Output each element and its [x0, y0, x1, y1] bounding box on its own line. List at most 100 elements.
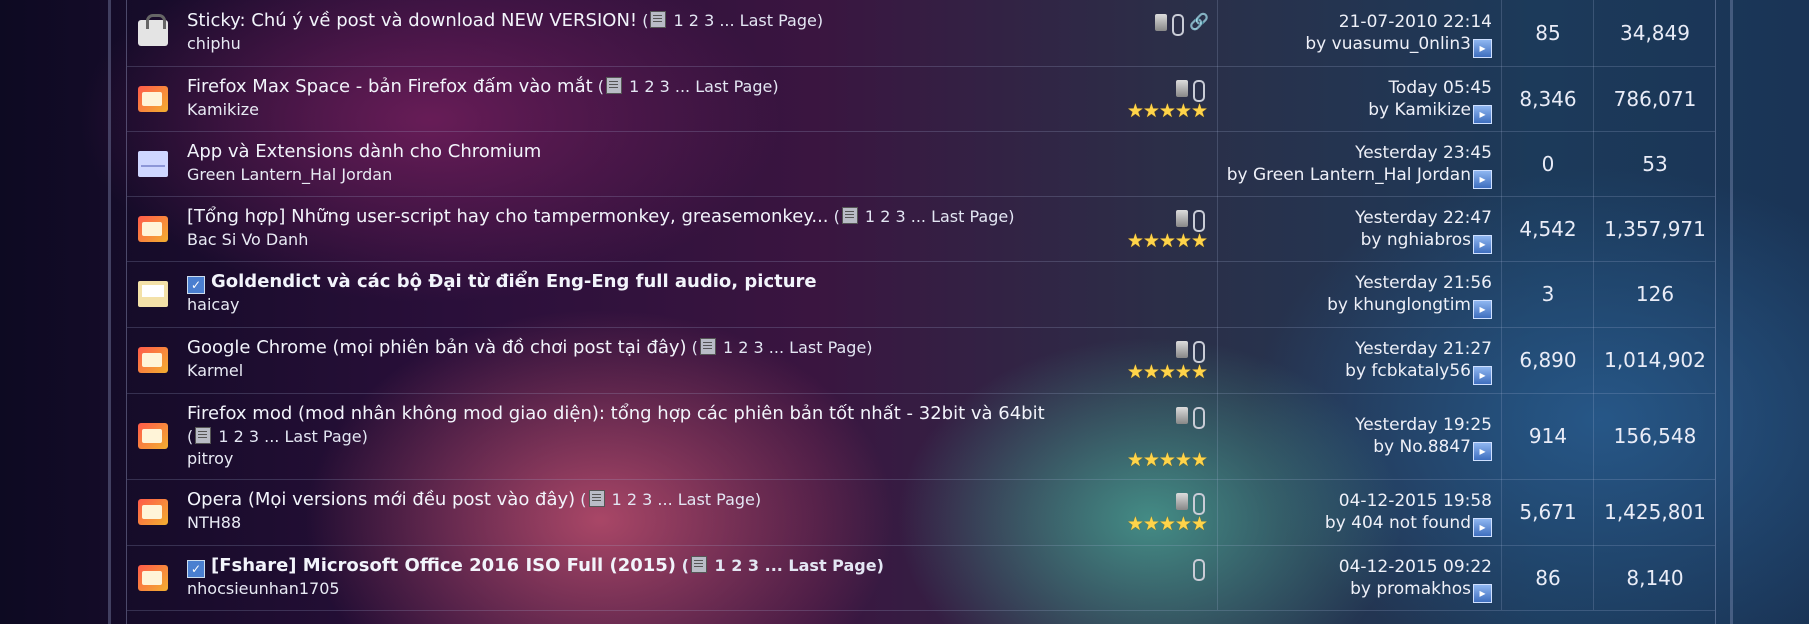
replies-count: 914	[1501, 393, 1594, 479]
thread-icon-group	[1193, 559, 1205, 581]
thread-title-cell: Google Chrome (mọi phiên bản và đồ chơi …	[179, 327, 967, 393]
last-post-user[interactable]: by Kamikize	[1368, 100, 1471, 120]
thread-pages-links[interactable]: 1 2 3 ... Last Page	[718, 338, 866, 357]
last-post-user[interactable]: by nghiabros	[1361, 230, 1471, 250]
replies-count: 0	[1501, 131, 1594, 196]
replies-count: 3	[1501, 261, 1594, 327]
go-to-last-post-icon[interactable]: ▸	[1473, 300, 1492, 319]
thread-pages-links[interactable]: 1 2 3 ... Last Page	[607, 490, 755, 509]
thread-row[interactable]: ✓ [Fshare] Microsoft Office 2016 ISO Full…	[127, 545, 1715, 611]
thread-title-link[interactable]: App và Extensions dành cho Chromium	[187, 141, 541, 162]
thread-title-link[interactable]: Firefox Max Space - bản Firefox đấm vào …	[187, 76, 593, 97]
views-count: 1,425,801	[1593, 479, 1716, 545]
go-to-last-post-icon[interactable]: ▸	[1473, 366, 1492, 385]
thread-row[interactable]: Firefox Max Space - bản Firefox đấm vào …	[127, 66, 1715, 132]
last-post-user[interactable]: by fcbkataly56	[1345, 361, 1471, 381]
thread-title-link[interactable]: Firefox mod (mod nhân không mod giao diệ…	[187, 403, 1045, 424]
thread-status-hot-icon	[138, 564, 168, 591]
last-post-user[interactable]: by promakhos	[1350, 579, 1471, 599]
thread-title-link[interactable]: Chú ý về post và download NEW VERSION!	[251, 10, 637, 31]
go-to-last-post-icon[interactable]: ▸	[1473, 584, 1492, 603]
thread-icons-cell: ★★★★★	[967, 393, 1217, 479]
thread-row[interactable]: Opera (Mọi versions mới đều post vào đây…	[127, 479, 1715, 546]
thread-row[interactable]: App và Extensions dành cho Chromium Green…	[127, 131, 1715, 197]
trash-icon	[1176, 210, 1188, 227]
thread-author[interactable]: Kamikize	[187, 100, 259, 119]
last-post-user[interactable]: by No.8847	[1373, 437, 1471, 457]
thread-title-link[interactable]: Goldendict và các bộ Đại từ điển Eng-Eng…	[211, 271, 817, 292]
trash-icon	[1176, 407, 1188, 424]
last-post-user[interactable]: by vuasumu_0nlin3	[1305, 34, 1471, 54]
thread-pages: ( 1 2 3 ... Last Page)	[187, 427, 368, 446]
thread-list: Sticky: Chú ý về post và download NEW VE…	[126, 0, 1716, 624]
thread-row[interactable]: Google Chrome (mọi phiên bản và đồ chơi …	[127, 327, 1715, 394]
go-to-last-post-icon[interactable]: ▸	[1473, 105, 1492, 124]
last-post-date: 21-07-2010 22:14	[1338, 12, 1492, 32]
rating-stars: ★★★★★	[1126, 230, 1208, 252]
thread-row[interactable]: ✓ Goldendict và các bộ Đại từ điển Eng-En…	[127, 261, 1715, 328]
replies-count: 85	[1501, 0, 1594, 66]
go-to-last-post-icon[interactable]: ▸	[1473, 518, 1492, 537]
thread-status-hot-icon	[138, 347, 168, 373]
views-count: 156,548	[1593, 393, 1716, 479]
status-icon-cell	[127, 327, 179, 393]
thread-author[interactable]: pitroy	[187, 449, 233, 468]
thread-pages-line: ( 1 2 3 ... Last Page)	[187, 426, 368, 447]
attachment-icon	[1193, 80, 1205, 102]
last-post-user[interactable]: by Green Lantern_Hal Jordan	[1227, 165, 1471, 185]
last-post-user[interactable]: by khunglongtim	[1327, 295, 1471, 315]
thread-icons-cell	[967, 545, 1217, 610]
multipage-icon	[841, 207, 858, 224]
thread-author[interactable]: Bac Si Vo Danh	[187, 230, 308, 249]
thread-pages-links[interactable]: 1 2 3 ... Last Page	[709, 556, 877, 575]
thread-row[interactable]: [Tổng hợp] Những user-script hay cho tam…	[127, 196, 1715, 262]
thread-icon-group	[1176, 407, 1205, 429]
last-post-date: 04-12-2015 19:58	[1338, 491, 1492, 511]
thread-title-link[interactable]: Opera (Mọi versions mới đều post vào đây…	[187, 489, 575, 510]
thread-author[interactable]: NTH88	[187, 513, 241, 532]
last-post-user[interactable]: by 404 not found	[1325, 513, 1471, 533]
thread-row[interactable]: Sticky: Chú ý về post và download NEW VE…	[127, 0, 1715, 67]
thread-title-cell: ( 1 2 3 ... Last Page) Firefox mod (mod n…	[179, 393, 1045, 479]
last-post-by: by promakhos ▸	[1350, 579, 1492, 603]
replies-count: 8,346	[1501, 66, 1594, 131]
thread-pages: ( 1 2 3 ... Last Page)	[637, 11, 824, 30]
thread-title-link[interactable]: Google Chrome (mọi phiên bản và đồ chơi …	[187, 337, 687, 358]
thread-icon-group	[1176, 493, 1205, 515]
views-count: 1,357,971	[1593, 196, 1716, 261]
thread-title-line: Sticky: Chú ý về post và download NEW VE…	[187, 10, 823, 31]
go-to-last-post-icon[interactable]: ▸	[1473, 442, 1492, 461]
go-to-last-post-icon[interactable]: ▸	[1473, 235, 1492, 254]
attachment-icon	[1193, 341, 1205, 363]
thread-author[interactable]: chiphu	[187, 34, 241, 53]
thread-status-hot-icon	[138, 85, 168, 112]
thread-author[interactable]: Green Lantern_Hal Jordan	[187, 165, 392, 184]
thread-title-cell: Firefox Max Space - bản Firefox đấm vào …	[179, 66, 967, 131]
thread-author[interactable]: nhocsieunhan1705	[187, 579, 340, 598]
last-post-by: by Kamikize ▸	[1368, 100, 1492, 124]
last-post-date: Yesterday 19:25	[1355, 415, 1492, 435]
go-to-last-post-icon[interactable]: ▸	[1473, 170, 1492, 189]
last-post-cell: Yesterday 23:45 by Green Lantern_Hal Jord…	[1217, 131, 1502, 196]
rating-stars: ★★★★★	[1126, 449, 1208, 471]
thread-row[interactable]: ( 1 2 3 ... Last Page) Firefox mod (mod n…	[127, 393, 1715, 480]
right-frame-edge	[1730, 0, 1733, 624]
thread-pages-links[interactable]: 1 2 3 ... Last Page	[668, 11, 817, 30]
thread-title-link[interactable]: [Tổng hợp] Những user-script hay cho tam…	[187, 206, 829, 227]
attachment-icon	[1193, 493, 1205, 515]
thread-pages-links[interactable]: 1 2 3 ... Last Page	[624, 77, 772, 96]
status-icon-cell	[127, 479, 179, 545]
thread-pages-links[interactable]: 1 2 3 ... Last Page	[213, 427, 361, 446]
thread-pages: ( 1 2 3 ... Last Page)	[676, 556, 884, 575]
multipage-icon	[699, 338, 716, 355]
replies-count: 86	[1501, 545, 1594, 610]
go-to-last-post-icon[interactable]: ▸	[1473, 39, 1492, 58]
thread-title-link[interactable]: [Fshare] Microsoft Office 2016 ISO Full …	[211, 555, 676, 576]
thread-title-cell: ✓ [Fshare] Microsoft Office 2016 ISO Full…	[179, 545, 967, 610]
thread-author[interactable]: haicay	[187, 295, 239, 314]
thread-author[interactable]: Karmel	[187, 361, 243, 380]
thread-title-cell: Sticky: Chú ý về post và download NEW VE…	[179, 0, 967, 66]
attachment-icon	[1193, 559, 1205, 581]
last-post-cell: 04-12-2015 09:22 by promakhos ▸	[1217, 545, 1502, 610]
thread-icons-cell: ★★★★★	[967, 196, 1217, 261]
